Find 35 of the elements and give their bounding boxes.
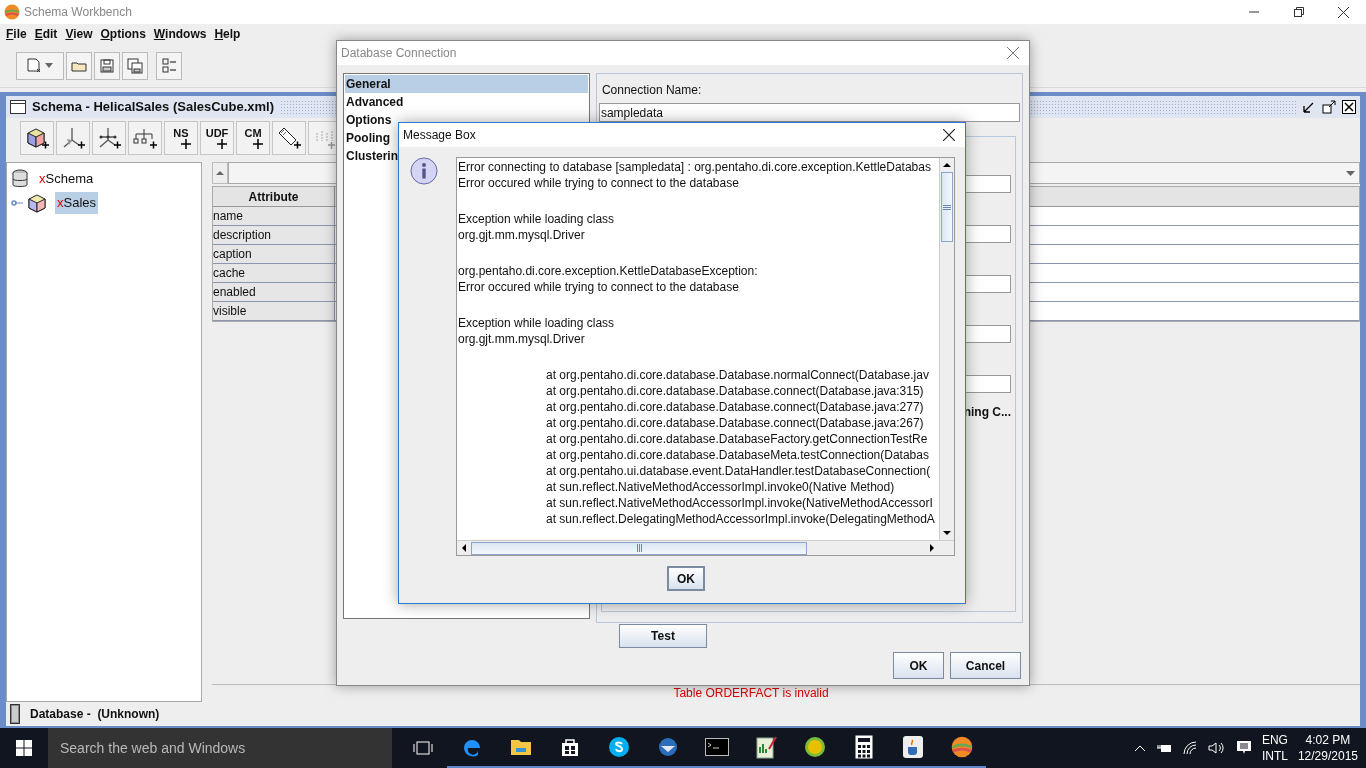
stack-trace-line: at org.pentaho.di.core.database.Database.connect(Database.java:277) bbox=[546, 399, 924, 415]
error-message-line: Error occured while trying to connect to the database bbox=[458, 279, 739, 295]
status-text: Database - (Unknown) bbox=[30, 706, 160, 723]
stack-trace-line: at org.pentaho.di.core.database.Database.connect(Database.java:267) bbox=[546, 415, 924, 431]
error-message-line: Exception while loading class bbox=[458, 315, 615, 331]
toolbar-label: CM bbox=[244, 127, 262, 149]
connection-name-label: Connection Name: bbox=[601, 82, 703, 99]
stack-trace-line: at org.pentaho.di.core.database.DatabaseFactory.getConnectionTestRe bbox=[546, 431, 928, 447]
error-message-line: org.gjt.mm.mysql.Driver bbox=[458, 227, 585, 243]
table-cell: description bbox=[213, 226, 335, 244]
table-cell: cache bbox=[213, 264, 335, 282]
dialog-title: Database Connection bbox=[341, 45, 457, 62]
error-message-line: org.gjt.mm.mysql.Driver bbox=[458, 331, 585, 347]
error-message-line: Exception while loading class bbox=[458, 211, 615, 227]
stack-trace-line: at org.pentaho.di.core.database.Database.normalConnect(Database.jav bbox=[546, 367, 929, 383]
stack-trace-line: at org.pentaho.di.core.database.DatabaseMeta.testConnection(Databas bbox=[546, 447, 929, 463]
table-cell: enabled bbox=[213, 283, 335, 301]
toolbar-label: UDF bbox=[205, 127, 229, 149]
toolbar-label: NS bbox=[173, 127, 189, 149]
error-message-line: Error connecting to database [sampledata] : org.pentaho.di.core.exception.KettleDatabas bbox=[458, 159, 931, 175]
window-title: Schema Workbench bbox=[24, 4, 132, 21]
error-message-line: Error occured while trying to connect to the database bbox=[458, 175, 739, 191]
stack-trace-line: at org.pentaho.di.core.database.Database.connect(Database.java:315) bbox=[546, 383, 924, 399]
table-cell: name bbox=[213, 207, 335, 225]
dialog-title: Message Box bbox=[403, 127, 476, 144]
error-message-line: org.pentaho.di.core.exception.KettleDatabaseException: bbox=[458, 263, 758, 279]
table-cell: visible bbox=[213, 302, 335, 320]
stack-trace-line: at sun.reflect.NativeMethodAccessorImpl.invoke0(Native Method) bbox=[546, 479, 895, 495]
table-cell: caption bbox=[213, 245, 335, 263]
frame-title: Schema - HelicalSales (SalesCube.xml) bbox=[32, 98, 275, 117]
stack-trace-line: at org.pentaho.ui.database.event.DataHandler.testDatabaseConnection( bbox=[546, 463, 931, 479]
stack-trace-line: at sun.reflect.DelegatingMethodAccessorImpl.invoke(DelegatingMethodA bbox=[546, 511, 935, 527]
validation-message: Table ORDERFACT is invalid bbox=[673, 685, 829, 702]
stack-trace-line: at sun.reflect.NativeMethodAccessorImpl.invoke(NativeMethodAccessorI bbox=[546, 495, 933, 511]
column-header: Attribute bbox=[213, 187, 335, 206]
